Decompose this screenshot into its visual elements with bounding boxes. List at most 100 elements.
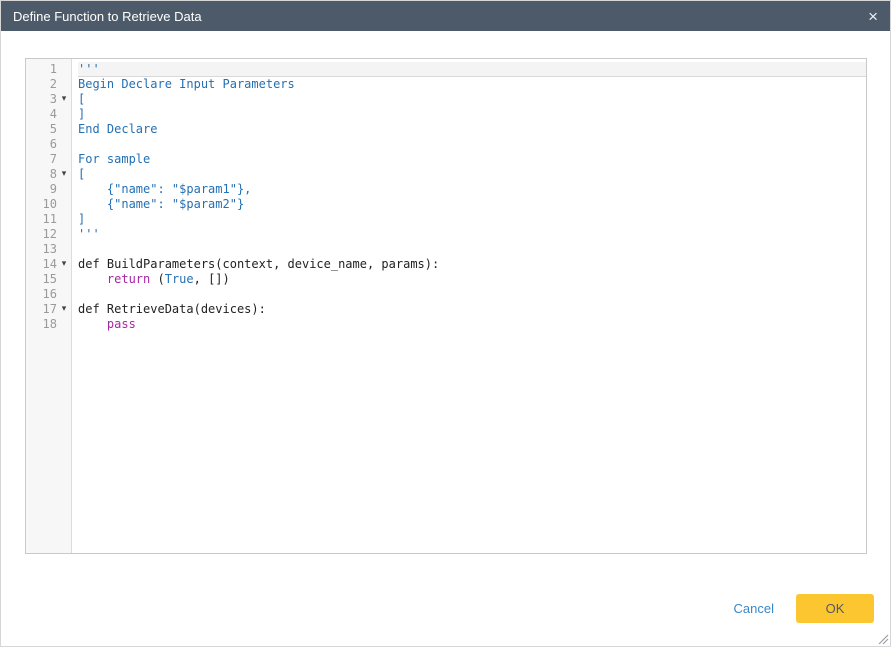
gutter-line: 16 bbox=[26, 287, 71, 302]
fold-spacer bbox=[57, 182, 71, 197]
line-number: 10 bbox=[26, 197, 57, 212]
fold-spacer bbox=[57, 272, 71, 287]
code-line[interactable]: ''' bbox=[78, 227, 866, 242]
code-segment-str: [ bbox=[78, 92, 85, 106]
gutter-line: 13 bbox=[26, 242, 71, 257]
line-number: 16 bbox=[26, 287, 57, 302]
line-number: 12 bbox=[26, 227, 57, 242]
gutter-line: 9 bbox=[26, 182, 71, 197]
line-number: 1 bbox=[26, 62, 57, 77]
code-segment-kw: return bbox=[107, 272, 150, 286]
code-line[interactable]: def RetrieveData(devices): bbox=[78, 302, 866, 317]
gutter-line: 3▾ bbox=[26, 92, 71, 107]
gutter-line: 2 bbox=[26, 77, 71, 92]
line-number: 11 bbox=[26, 212, 57, 227]
code-segment-plain: def RetrieveData(devices): bbox=[78, 302, 266, 316]
code-line[interactable]: pass bbox=[78, 317, 866, 332]
code-segment-str: {"name": "$param2"} bbox=[78, 197, 244, 211]
line-number: 2 bbox=[26, 77, 57, 92]
dialog-body: 123▾45678▾91011121314▾151617▾18 '''Begin… bbox=[1, 31, 890, 554]
fold-spacer bbox=[57, 197, 71, 212]
code-segment-str: ''' bbox=[78, 227, 100, 241]
line-number: 13 bbox=[26, 242, 57, 257]
resize-grip-icon[interactable] bbox=[878, 634, 889, 645]
gutter-line: 1 bbox=[26, 62, 71, 77]
fold-arrow-icon[interactable]: ▾ bbox=[57, 257, 71, 272]
define-function-dialog: Define Function to Retrieve Data × 123▾4… bbox=[1, 1, 890, 554]
fold-spacer bbox=[57, 62, 71, 77]
line-number: 14 bbox=[26, 257, 57, 272]
line-number: 7 bbox=[26, 152, 57, 167]
gutter-line: 15 bbox=[26, 272, 71, 287]
fold-spacer bbox=[57, 227, 71, 242]
line-number: 5 bbox=[26, 122, 57, 137]
gutter-line: 8▾ bbox=[26, 167, 71, 182]
code-segment-plain bbox=[78, 272, 107, 286]
code-editor[interactable]: 123▾45678▾91011121314▾151617▾18 '''Begin… bbox=[25, 58, 867, 554]
editor-code-area[interactable]: '''Begin Declare Input Parameters[]End D… bbox=[72, 59, 866, 553]
line-number: 18 bbox=[26, 317, 57, 332]
gutter-line: 7 bbox=[26, 152, 71, 167]
code-line[interactable]: ''' bbox=[78, 62, 866, 77]
code-segment-str: ''' bbox=[78, 62, 100, 76]
code-line[interactable]: {"name": "$param1"}, bbox=[78, 182, 866, 197]
code-line[interactable]: For sample bbox=[78, 152, 866, 167]
line-number: 17 bbox=[26, 302, 57, 317]
fold-arrow-icon[interactable]: ▾ bbox=[57, 302, 71, 317]
fold-spacer bbox=[57, 242, 71, 257]
fold-spacer bbox=[57, 212, 71, 227]
fold-spacer bbox=[57, 122, 71, 137]
line-number: 15 bbox=[26, 272, 57, 287]
fold-spacer bbox=[57, 77, 71, 92]
line-number: 9 bbox=[26, 182, 57, 197]
code-segment-str: {"name": "$param1"}, bbox=[78, 182, 251, 196]
code-line[interactable]: return (True, []) bbox=[78, 272, 866, 287]
code-line[interactable]: ] bbox=[78, 107, 866, 122]
fold-spacer bbox=[57, 152, 71, 167]
code-line[interactable] bbox=[78, 242, 866, 257]
gutter-line: 10 bbox=[26, 197, 71, 212]
dialog-footer: Cancel OK bbox=[734, 594, 874, 623]
line-number: 8 bbox=[26, 167, 57, 182]
line-number: 6 bbox=[26, 137, 57, 152]
code-segment-atom: True bbox=[165, 272, 194, 286]
fold-spacer bbox=[57, 107, 71, 122]
close-icon[interactable]: × bbox=[868, 8, 878, 25]
dialog-header: Define Function to Retrieve Data × bbox=[1, 1, 890, 31]
code-line[interactable]: def BuildParameters(context, device_name… bbox=[78, 257, 866, 272]
code-line[interactable] bbox=[78, 137, 866, 152]
fold-spacer bbox=[57, 317, 71, 332]
cancel-button[interactable]: Cancel bbox=[734, 601, 774, 616]
editor-gutter: 123▾45678▾91011121314▾151617▾18 bbox=[26, 59, 72, 553]
code-line[interactable]: [ bbox=[78, 92, 866, 107]
fold-spacer bbox=[57, 287, 71, 302]
code-segment-plain: , []) bbox=[194, 272, 230, 286]
ok-button[interactable]: OK bbox=[796, 594, 874, 623]
gutter-line: 11 bbox=[26, 212, 71, 227]
line-number: 3 bbox=[26, 92, 57, 107]
fold-arrow-icon[interactable]: ▾ bbox=[57, 167, 71, 182]
code-segment-str: End Declare bbox=[78, 122, 157, 136]
gutter-line: 5 bbox=[26, 122, 71, 137]
code-line[interactable]: End Declare bbox=[78, 122, 866, 137]
code-line[interactable]: [ bbox=[78, 167, 866, 182]
code-line[interactable]: {"name": "$param2"} bbox=[78, 197, 866, 212]
code-segment-str: For sample bbox=[78, 152, 150, 166]
code-segment-str: ] bbox=[78, 107, 85, 121]
fold-arrow-icon[interactable]: ▾ bbox=[57, 92, 71, 107]
gutter-line: 12 bbox=[26, 227, 71, 242]
gutter-line: 18 bbox=[26, 317, 71, 332]
gutter-line: 4 bbox=[26, 107, 71, 122]
gutter-line: 17▾ bbox=[26, 302, 71, 317]
gutter-line: 14▾ bbox=[26, 257, 71, 272]
code-segment-str: Begin Declare Input Parameters bbox=[78, 77, 295, 91]
code-segment-plain: ( bbox=[150, 272, 164, 286]
code-segment-plain: def BuildParameters(context, device_name… bbox=[78, 257, 439, 271]
code-segment-kw: pass bbox=[107, 317, 136, 331]
code-segment-plain bbox=[78, 317, 107, 331]
code-segment-str: [ bbox=[78, 167, 85, 181]
code-line[interactable]: Begin Declare Input Parameters bbox=[78, 77, 866, 92]
code-segment-str: ] bbox=[78, 212, 85, 226]
code-line[interactable] bbox=[78, 287, 866, 302]
code-line[interactable]: ] bbox=[78, 212, 866, 227]
